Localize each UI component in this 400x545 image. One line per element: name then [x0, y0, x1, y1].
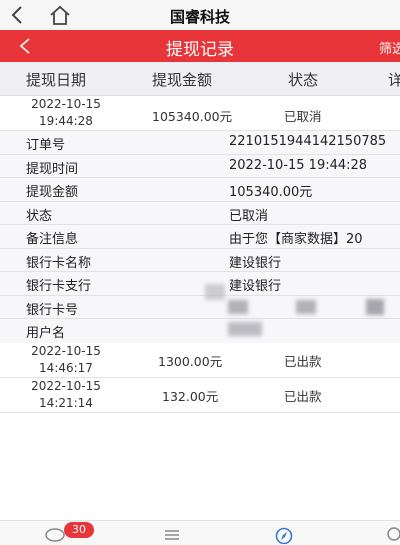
compass-icon[interactable]: [273, 527, 295, 544]
detail-label: 提现时间: [26, 161, 79, 177]
record-time: 14:46:17: [39, 361, 93, 375]
detail-row-time: 提现时间 2022-10-15 19:44:28: [0, 155, 400, 178]
page-title: 提现记录: [166, 40, 234, 60]
redaction-blur: [296, 300, 316, 314]
detail-value: 由于您【商家数据】20: [229, 232, 363, 247]
detail-label: 订单号: [26, 138, 66, 153]
page-header: 提现记录 筛选: [0, 30, 400, 62]
record-amount: 105340.00元: [152, 109, 233, 124]
detail-value: 建设银行: [229, 255, 282, 271]
detail-value: 2022-10-15 19:44:28: [229, 157, 368, 173]
list-icon[interactable]: [162, 527, 182, 543]
message-count-badge: 30: [64, 522, 94, 538]
detail-row-username: 用户名: [0, 319, 400, 343]
app-title: 国睿科技: [169, 8, 230, 26]
detail-value: 已取消: [229, 208, 269, 224]
record-time: 14:21:14: [39, 396, 93, 410]
record-date: 2022-10-15: [31, 97, 101, 111]
column-header-detail: 详: [388, 71, 400, 89]
browser-bar: 国睿科技: [0, 0, 400, 30]
table-row[interactable]: 2022-10-15 14:21:14 132.00元 已出款: [0, 378, 400, 413]
detail-row-bank-name: 银行卡名称 建设银行: [0, 249, 400, 272]
detail-label: 备注信息: [26, 232, 79, 247]
redaction-blur: [228, 300, 248, 314]
detail-label: 用户名: [26, 326, 66, 341]
column-header-date: 提现日期: [26, 71, 87, 89]
message-icon[interactable]: [44, 527, 66, 543]
column-header-amount: 提现金额: [152, 71, 213, 89]
redaction-blur: [205, 284, 225, 300]
record-time: 19:44:28: [39, 114, 93, 128]
record-status: 已取消: [284, 109, 322, 124]
detail-row-bank-branch: 银行卡支行 建设银行: [0, 272, 400, 296]
detail-row-status: 状态 已取消: [0, 202, 400, 225]
record-amount: 1300.00元: [158, 354, 223, 369]
table-row[interactable]: 2022-10-15 14:46:17 1300.00元 已出款: [0, 343, 400, 378]
record-status: 已出款: [284, 389, 322, 404]
detail-label: 银行卡名称: [26, 255, 92, 271]
column-header-status: 状态: [288, 71, 319, 89]
detail-label: 银行卡支行: [26, 279, 92, 294]
redaction-blur: [366, 299, 384, 315]
detail-row-amount: 提现金额 105340.00元: [0, 178, 400, 202]
detail-label: 提现金额: [26, 185, 79, 200]
record-detail-panel: 订单号 2210151944142150785 提现时间 2022-10-15 …: [0, 131, 400, 343]
record-amount: 132.00元: [162, 389, 219, 404]
detail-row-order: 订单号 2210151944142150785: [0, 131, 400, 155]
detail-value: 建设银行: [229, 279, 282, 294]
record-status: 已出款: [284, 354, 322, 369]
detail-row-remark: 备注信息 由于您【商家数据】20: [0, 225, 400, 249]
detail-value: 105340.00元: [229, 185, 313, 200]
detail-row-card-number: 银行卡号: [0, 296, 400, 319]
detail-value: 2210151944142150785: [229, 134, 387, 149]
column-header-row: 提现日期 提现金额 状态 详: [0, 62, 400, 96]
detail-label: 状态: [26, 208, 53, 224]
record-date: 2022-10-15: [31, 379, 101, 393]
record-date: 2022-10-15: [31, 344, 101, 358]
profile-icon[interactable]: [384, 527, 400, 543]
table-row[interactable]: 2022-10-15 19:44:28 105340.00元 已取消: [0, 96, 400, 131]
redaction-blur: [228, 322, 262, 336]
detail-label: 银行卡号: [26, 302, 79, 318]
filter-button[interactable]: 筛选: [379, 38, 400, 57]
